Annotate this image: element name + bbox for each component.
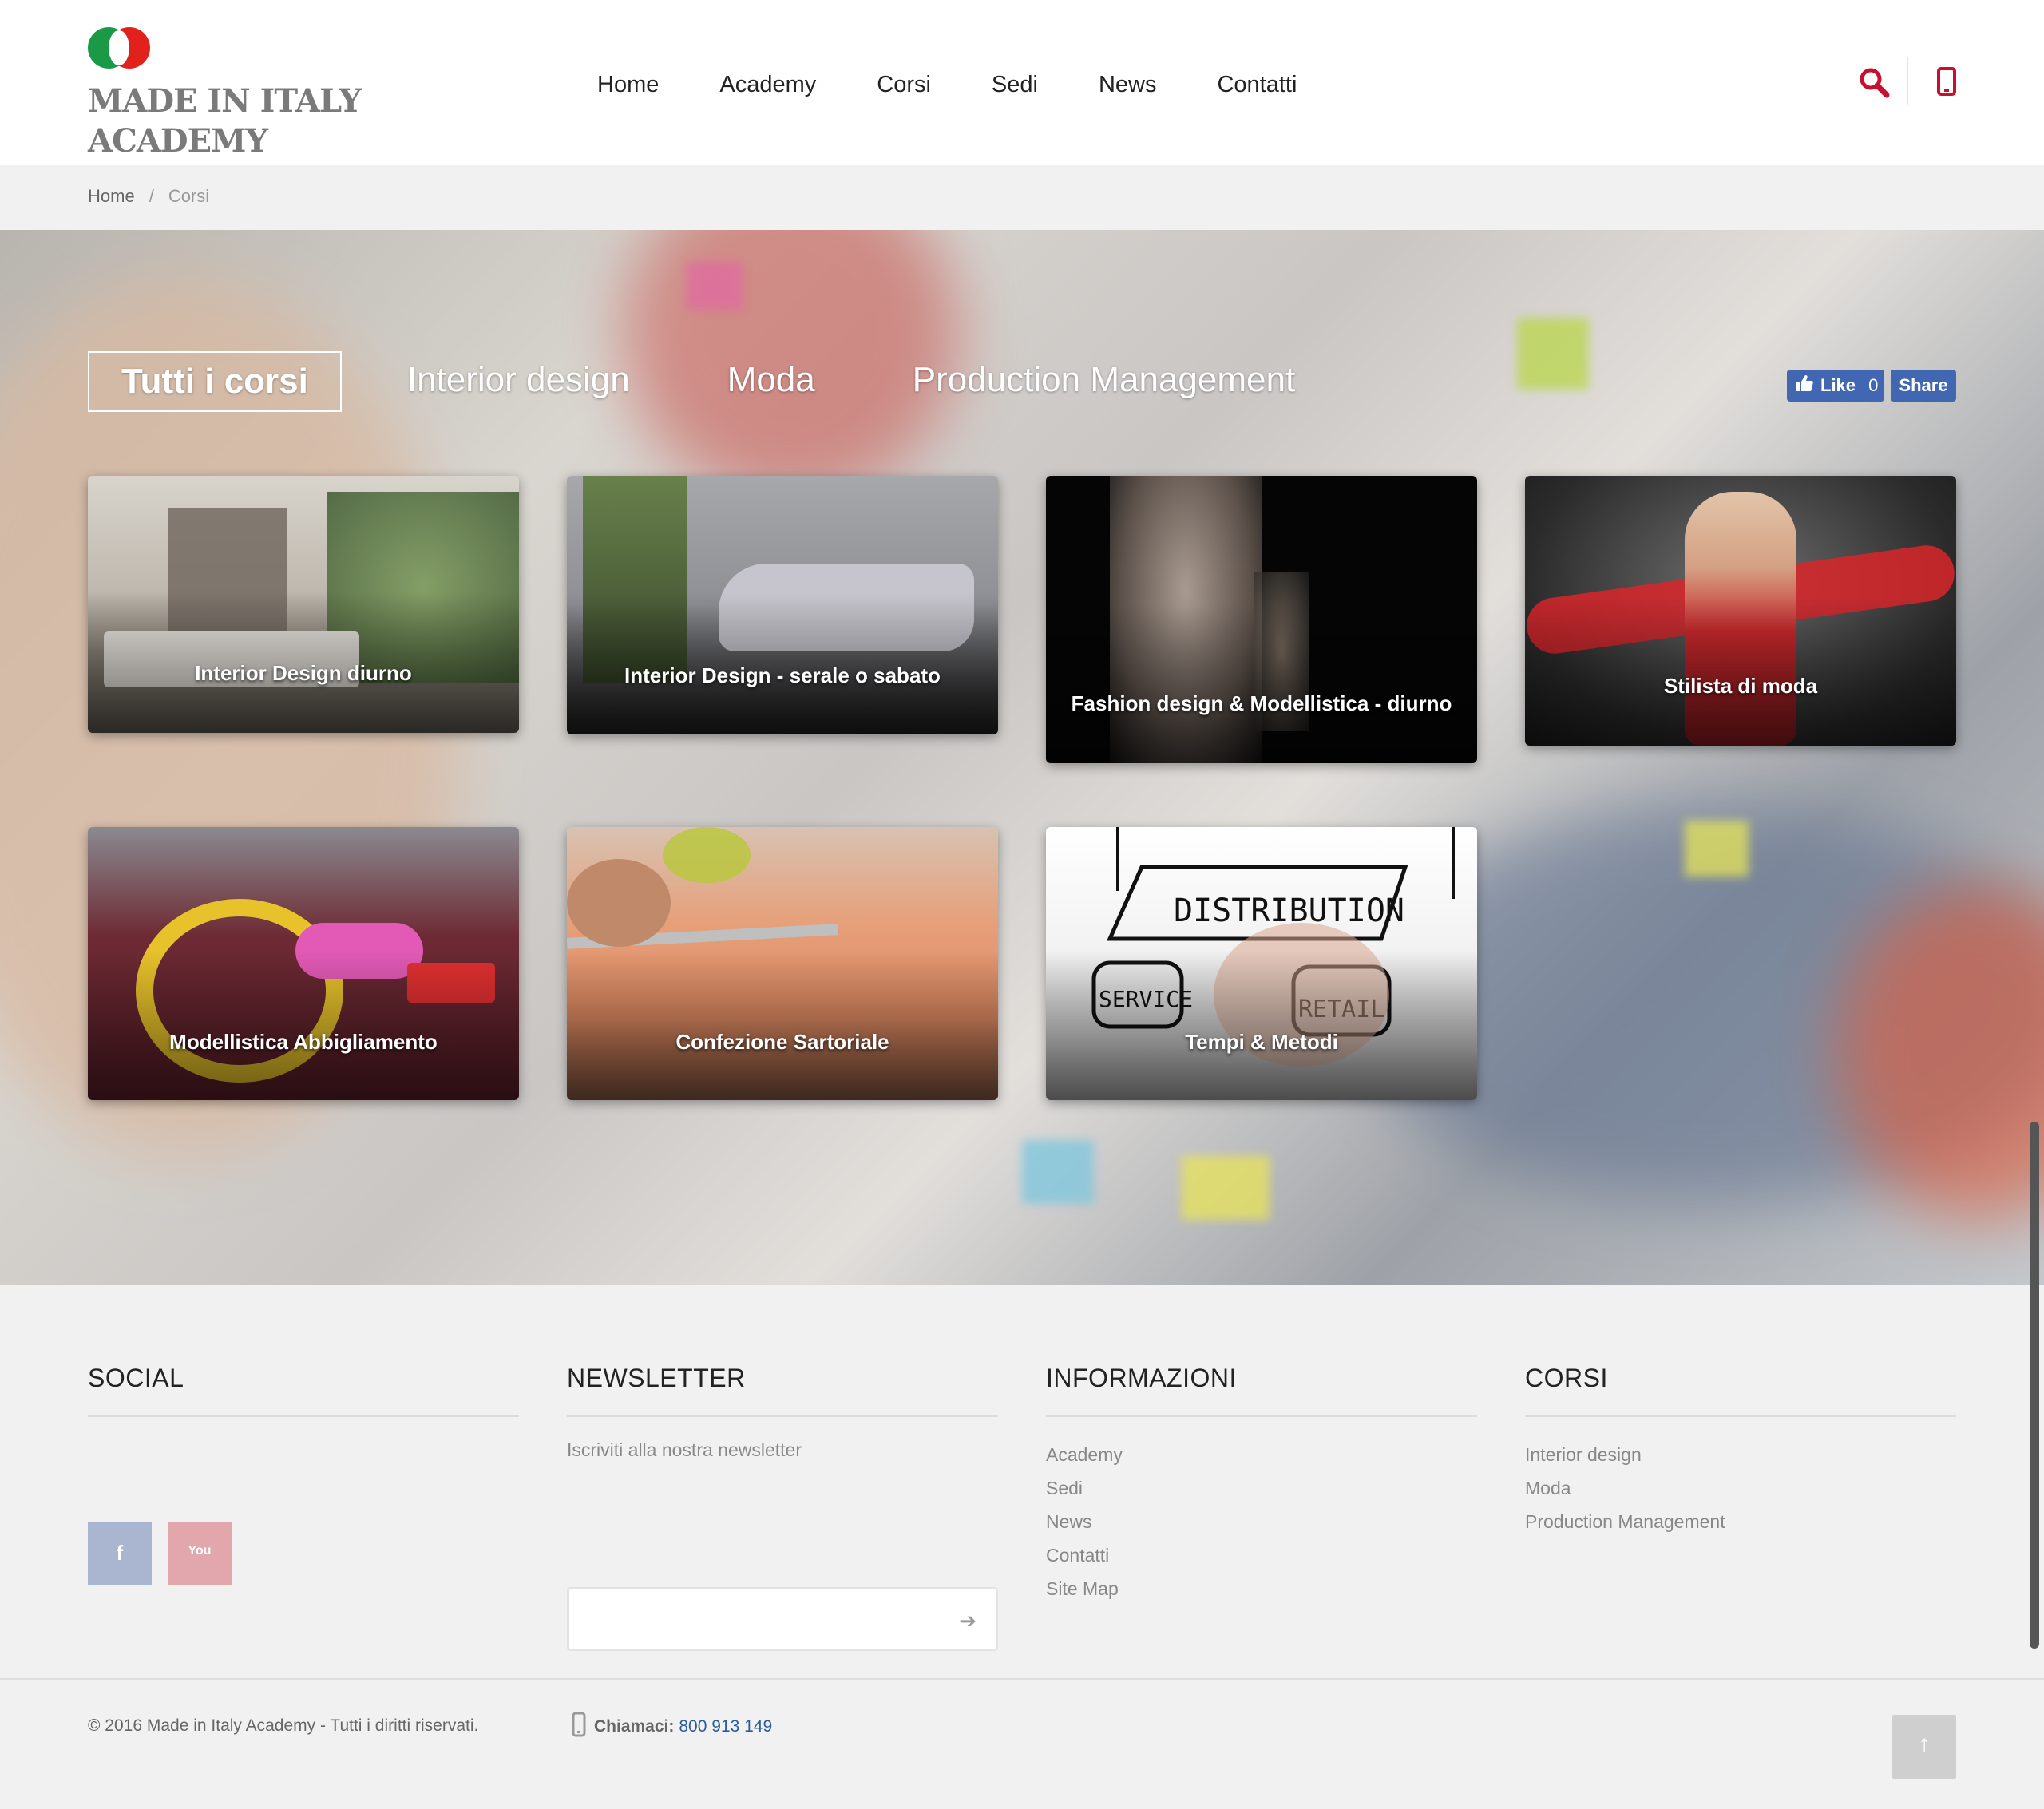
bg-sticky-note: [687, 262, 743, 310]
footer-link-news[interactable]: News: [1046, 1505, 1477, 1538]
course-title: Interior Design - serale o sabato: [624, 663, 941, 687]
facebook-like-button[interactable]: Like 0: [1787, 370, 1884, 402]
bg-sticky-note: [1517, 318, 1589, 390]
tab-moda[interactable]: Moda: [695, 351, 847, 412]
course-card-tempi-e-metodi[interactable]: DISTRIBUTION SERVICE RETAIL Tempi & Meto…: [1046, 827, 1477, 1100]
course-card-modellistica-abbigliamento[interactable]: Modellistica Abbigliamento: [88, 827, 519, 1100]
course-title: Tempi & Metodi: [1185, 1030, 1338, 1054]
course-filter-tabs: Tutti i corsi Interior design Moda Produ…: [88, 351, 1361, 412]
courses-hero: Tutti i corsi Interior design Moda Produ…: [0, 230, 2044, 1285]
course-title: Fashion design & Modellistica - diurno: [1071, 691, 1452, 715]
call-info: Chiamaci: 800 913 149: [572, 1712, 772, 1742]
facebook-share-button[interactable]: Share: [1891, 370, 1956, 402]
footer-info: INFORMAZIONI Academy Sedi News Contatti …: [1046, 1364, 1477, 1605]
search-icon[interactable]: [1857, 65, 1892, 101]
bg-sticky-note: [1685, 821, 1749, 877]
card-shade: [567, 949, 998, 1100]
copyright-text: © 2016 Made in Italy Academy - Tutti i d…: [88, 1716, 479, 1735]
breadcrumb-current: Corsi: [168, 186, 210, 206]
thumbs-up-icon: [1795, 370, 1814, 402]
footer-link-interior-design[interactable]: Interior design: [1525, 1438, 1956, 1471]
youtube-icon[interactable]: You: [168, 1522, 232, 1585]
newsletter-email-input[interactable]: ➔: [567, 1587, 998, 1651]
nav-contatti[interactable]: Contatti: [1186, 67, 1327, 102]
footer-bottom-bar: © 2016 Made in Italy Academy - Tutti i d…: [0, 1678, 2044, 1809]
nav-home[interactable]: Home: [567, 67, 689, 102]
facebook-like-label: Like: [1820, 375, 1856, 395]
footer-newsletter-heading: NEWSLETTER: [567, 1364, 998, 1417]
page-scrollbar[interactable]: [2030, 1122, 2039, 1649]
card-shade: [1525, 597, 1956, 746]
newsletter-text: Iscriviti alla nostra newsletter: [567, 1439, 802, 1460]
footer-link-moda[interactable]: Moda: [1525, 1471, 1956, 1505]
site-header: MADE IN ITALY ACADEMY Home Academy Corsi…: [0, 0, 2044, 165]
course-title: Confezione Sartoriale: [675, 1030, 889, 1054]
breadcrumb-bar: Home / Corsi: [0, 165, 2044, 230]
main-nav: Home Academy Corsi Sedi News Contatti: [567, 67, 1327, 102]
card-shade: [88, 949, 519, 1100]
footer-info-links: Academy Sedi News Contatti Site Map: [1046, 1438, 1477, 1605]
facebook-icon[interactable]: f: [88, 1522, 152, 1585]
card-shade: [1046, 949, 1477, 1100]
header-divider: [1907, 57, 1908, 105]
footer-corsi: CORSI Interior design Moda Production Ma…: [1525, 1364, 1956, 1538]
logo-text: MADE IN ITALY ACADEMY: [88, 82, 362, 160]
course-card-interior-design-diurno[interactable]: Interior Design diurno: [88, 476, 519, 733]
footer-link-production-management[interactable]: Production Management: [1525, 1505, 1956, 1538]
nav-academy[interactable]: Academy: [689, 67, 846, 102]
logo-mark-icon: [88, 27, 150, 69]
card-shade: [1046, 605, 1477, 763]
footer-newsletter: NEWSLETTER Iscriviti alla nostra newslet…: [567, 1364, 998, 1651]
course-card-confezione-sartoriale[interactable]: Confezione Sartoriale: [567, 827, 998, 1100]
site-logo[interactable]: MADE IN ITALY ACADEMY: [88, 27, 362, 160]
bg-sticky-note: [1182, 1156, 1270, 1220]
phone-icon[interactable]: [1935, 65, 1959, 101]
course-title: Stilista di moda: [1663, 674, 1818, 698]
breadcrumb-separator: /: [149, 186, 154, 206]
nav-corsi[interactable]: Corsi: [846, 67, 961, 102]
footer-info-heading: INFORMAZIONI: [1046, 1364, 1477, 1417]
breadcrumb: Home / Corsi: [88, 186, 209, 207]
tab-tutti-i-corsi[interactable]: Tutti i corsi: [88, 351, 342, 412]
footer-corsi-links: Interior design Moda Production Manageme…: [1525, 1438, 1956, 1538]
course-card-stilista-di-moda[interactable]: Stilista di moda: [1525, 476, 1956, 746]
footer-link-sedi[interactable]: Sedi: [1046, 1471, 1477, 1505]
mobile-phone-icon: [572, 1712, 586, 1742]
bg-sticky-note: [1022, 1140, 1094, 1204]
footer-link-site-map[interactable]: Site Map: [1046, 1572, 1477, 1605]
course-title: Interior Design diurno: [195, 661, 412, 685]
call-number-link[interactable]: 800 913 149: [679, 1717, 772, 1736]
call-label: Chiamaci:: [594, 1717, 675, 1736]
footer-link-contatti[interactable]: Contatti: [1046, 1538, 1477, 1572]
tab-interior-design[interactable]: Interior design: [375, 351, 662, 412]
arrow-up-icon[interactable]: ↑: [1892, 1715, 1956, 1779]
footer-social: SOCIAL f You: [88, 1364, 519, 1585]
nav-news[interactable]: News: [1068, 67, 1187, 102]
facebook-like-count: 0: [1868, 375, 1879, 395]
footer-social-heading: SOCIAL: [88, 1364, 519, 1417]
nav-sedi[interactable]: Sedi: [961, 67, 1068, 102]
course-card-fashion-design[interactable]: Fashion design & Modellistica - diurno: [1046, 476, 1477, 763]
breadcrumb-home[interactable]: Home: [88, 186, 135, 206]
course-card-interior-design-serale[interactable]: Interior Design - serale o sabato: [567, 476, 998, 734]
footer-corsi-heading: CORSI: [1525, 1364, 1956, 1417]
site-footer: SOCIAL f You NEWSLETTER Iscriviti alla n…: [0, 1285, 2044, 1680]
tab-production-management[interactable]: Production Management: [881, 351, 1327, 412]
footer-link-academy[interactable]: Academy: [1046, 1438, 1477, 1471]
arrow-right-icon[interactable]: ➔: [959, 1609, 976, 1633]
course-title: Modellistica Abbigliamento: [169, 1030, 438, 1054]
